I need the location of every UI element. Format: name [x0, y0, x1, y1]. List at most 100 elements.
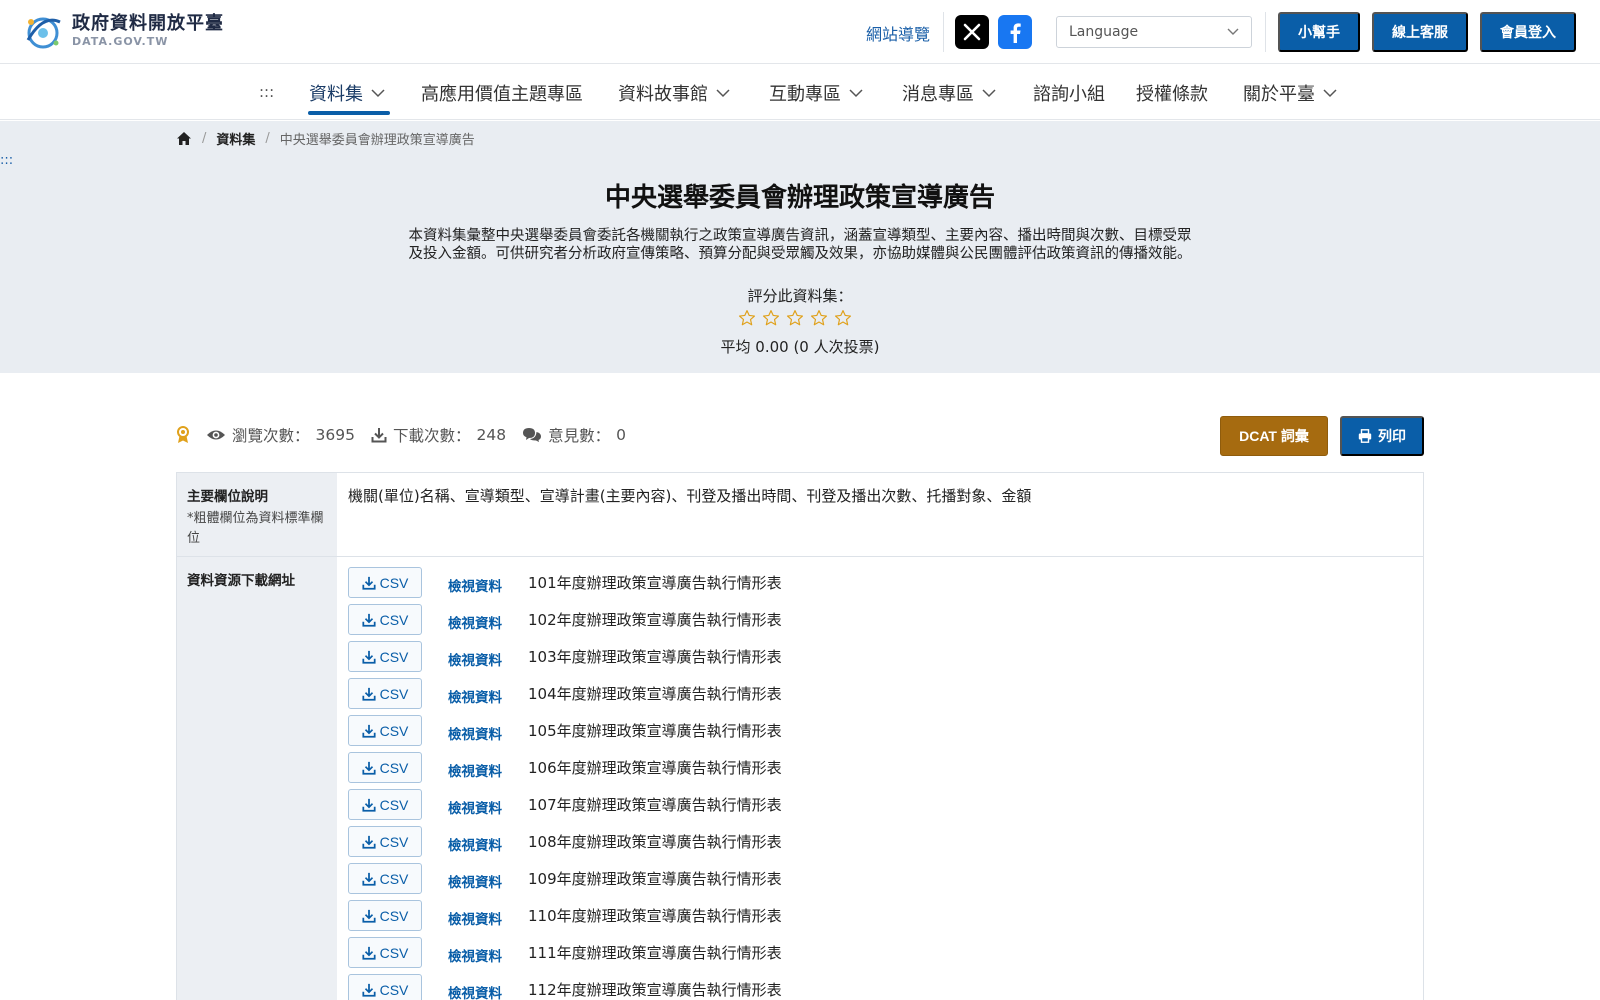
nav-item-license-terms[interactable]: 授權條款: [1136, 80, 1208, 106]
rating-label: 評分此資料集：: [747, 287, 853, 305]
skip-nav-link[interactable]: :::: [259, 83, 274, 101]
download-icon: [362, 946, 376, 960]
download-icon: [362, 761, 376, 775]
helper-button[interactable]: 小幫手: [1278, 12, 1360, 52]
nav-item-advisory-group[interactable]: 諮詢小組: [1033, 80, 1105, 106]
resources-header: 資料資源下載網址: [187, 573, 295, 589]
online-support-button[interactable]: 線上客服: [1372, 12, 1468, 52]
chevron-down-icon: [849, 88, 863, 97]
csv-download-button[interactable]: CSV: [348, 715, 422, 746]
resource-item: CSV 檢視資料 105年度辦理政策宣導廣告執行情形表: [348, 715, 1348, 752]
nav-item-about[interactable]: 關於平臺: [1243, 80, 1337, 106]
rating-average: 平均 0.00 (0 人次投票): [720, 338, 880, 356]
breadcrumb-datasets-link[interactable]: 資料集: [216, 129, 255, 148]
nav-item-data-stories[interactable]: 資料故事館: [618, 80, 730, 106]
csv-download-button[interactable]: CSV: [348, 937, 422, 968]
csv-download-button[interactable]: CSV: [348, 678, 422, 709]
star-outline-icon[interactable]: [834, 309, 852, 327]
view-data-link[interactable]: 檢視資料: [448, 834, 502, 854]
csv-download-button[interactable]: CSV: [348, 604, 422, 635]
member-login-button[interactable]: 會員登入: [1480, 12, 1576, 52]
csv-download-button[interactable]: CSV: [348, 974, 422, 1000]
csv-download-button[interactable]: CSV: [348, 789, 422, 820]
views-stat: 瀏覽次數： 3695: [206, 424, 355, 446]
language-select[interactable]: Language: [1056, 16, 1252, 48]
rating-stars: [738, 309, 852, 327]
nav-item-label: 資料集: [309, 84, 363, 105]
view-data-link[interactable]: 檢視資料: [448, 723, 502, 743]
nav-item-datasets[interactable]: 資料集: [309, 80, 385, 106]
facebook-share-button[interactable]: [998, 15, 1032, 49]
gold-badge: [176, 426, 190, 444]
sitemap-link[interactable]: 網站導覽: [866, 21, 930, 45]
downloads-stat: 下載次數： 248: [371, 424, 506, 446]
nav-item-interactive[interactable]: 互動專區: [769, 80, 863, 106]
resource-name: 106年度辦理政策宣導廣告執行情形表: [528, 759, 782, 777]
resource-name: 111年度辦理政策宣導廣告執行情形表: [528, 944, 782, 962]
star-outline-icon[interactable]: [762, 309, 780, 327]
logo-subtitle: DATA.GOV.TW: [72, 35, 169, 48]
download-icon: [362, 687, 376, 701]
table-header-cell: 資料資源下載網址: [177, 557, 337, 1000]
csv-download-button[interactable]: CSV: [348, 826, 422, 857]
view-data-link[interactable]: 檢視資料: [448, 797, 502, 817]
skip-content-link[interactable]: :::: [0, 153, 13, 168]
csv-download-button[interactable]: CSV: [348, 752, 422, 783]
view-data-link[interactable]: 檢視資料: [448, 686, 502, 706]
nav-item-label: 高應用價值主題專區: [421, 84, 583, 105]
csv-label: CSV: [379, 722, 409, 739]
language-select-value: Language: [1069, 24, 1139, 40]
resource-item: CSV 檢視資料 107年度辦理政策宣導廣告執行情形表: [348, 789, 1348, 826]
download-icon: [362, 650, 376, 664]
view-data-link[interactable]: 檢視資料: [448, 760, 502, 780]
view-data-link[interactable]: 檢視資料: [448, 649, 502, 669]
table-row: 資料資源下載網址 CSV 檢視資料 101年度辦理政策宣導廣告執行情形表 CSV…: [177, 557, 1423, 1000]
download-icon: [362, 909, 376, 923]
star-outline-icon[interactable]: [786, 309, 804, 327]
table-header-cell: 主要欄位說明 *粗體欄位為資料標準欄位: [177, 473, 337, 556]
print-button[interactable]: 列印: [1340, 416, 1424, 456]
x-twitter-share-button[interactable]: [955, 15, 989, 49]
view-data-link[interactable]: 檢視資料: [448, 908, 502, 928]
csv-download-button[interactable]: CSV: [348, 863, 422, 894]
award-badge-icon: [177, 426, 189, 443]
download-icon: [362, 724, 376, 738]
resource-name: 107年度辦理政策宣導廣告執行情形表: [528, 796, 782, 814]
csv-download-button[interactable]: CSV: [348, 900, 422, 931]
csv-download-button[interactable]: CSV: [348, 567, 422, 598]
csv-label: CSV: [379, 833, 409, 850]
home-icon[interactable]: [176, 131, 192, 146]
nav-item-high-value-topics[interactable]: 高應用價值主題專區: [421, 80, 583, 106]
site-logo[interactable]: 政府資料開放平臺 DATA.GOV.TW: [22, 10, 224, 52]
table-row: 主要欄位說明 *粗體欄位為資料標準欄位 機關(單位)名稱、宣導類型、宣導計畫(主…: [177, 473, 1423, 557]
resource-item: CSV 檢視資料 109年度辦理政策宣導廣告執行情形表: [348, 863, 1348, 900]
divider: [943, 12, 944, 52]
csv-label: CSV: [379, 796, 409, 813]
csv-download-button[interactable]: CSV: [348, 641, 422, 672]
resource-name: 104年度辦理政策宣導廣告執行情形表: [528, 685, 782, 703]
resource-item: CSV 檢視資料 112年度辦理政策宣導廣告執行情形表: [348, 974, 1348, 1000]
dcat-vocabulary-button[interactable]: DCAT 詞彙: [1220, 416, 1328, 456]
facebook-logo-icon: [1010, 23, 1021, 43]
divider: [1265, 12, 1266, 52]
resource-item: CSV 檢視資料 106年度辦理政策宣導廣告執行情形表: [348, 752, 1348, 789]
downloads-count: 248: [476, 426, 507, 444]
comments-label: 意見數：: [548, 427, 611, 445]
star-outline-icon[interactable]: [738, 309, 756, 327]
csv-label: CSV: [379, 648, 409, 665]
csv-label: CSV: [379, 981, 409, 998]
download-icon: [362, 576, 376, 590]
page-title: 中央選舉委員會辦理政策宣導廣告: [604, 183, 995, 213]
logo-icon: [22, 10, 64, 52]
view-data-link[interactable]: 檢視資料: [448, 612, 502, 632]
view-data-link[interactable]: 檢視資料: [448, 575, 502, 595]
view-data-link[interactable]: 檢視資料: [448, 871, 502, 891]
resource-list: CSV 檢視資料 101年度辦理政策宣導廣告執行情形表 CSV 檢視資料 102…: [348, 567, 1348, 1000]
view-data-link[interactable]: 檢視資料: [448, 982, 502, 1000]
nav-item-news[interactable]: 消息專區: [902, 80, 996, 106]
star-outline-icon[interactable]: [810, 309, 828, 327]
download-icon: [362, 983, 376, 997]
breadcrumb: / 資料集 / 中央選舉委員會辦理政策宣導廣告: [176, 129, 475, 148]
views-label: 瀏覽次數：: [232, 427, 310, 445]
view-data-link[interactable]: 檢視資料: [448, 945, 502, 965]
